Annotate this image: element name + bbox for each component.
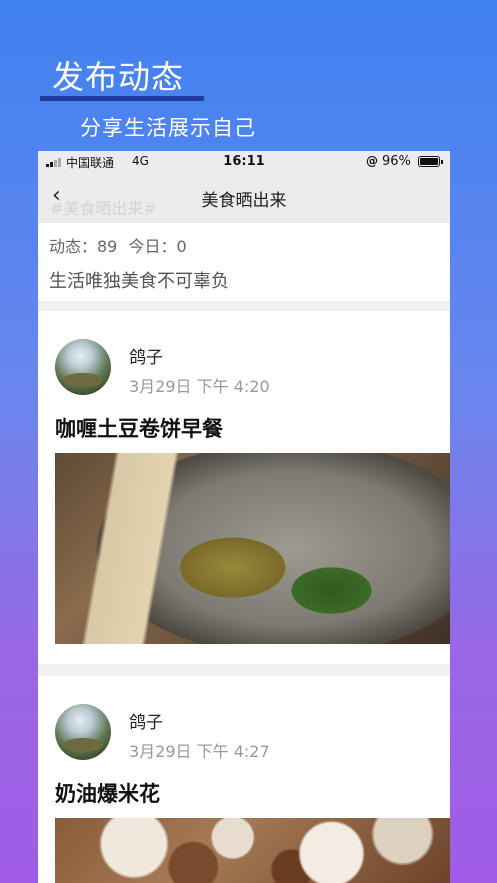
promo-underline — [40, 96, 204, 101]
post-image[interactable] — [55, 818, 450, 883]
post-time: 3月29日 下午 4:20 — [129, 377, 270, 396]
page-title: 美食晒出来 — [201, 191, 287, 211]
post-author[interactable]: 鸽子 — [129, 708, 163, 733]
avatar[interactable] — [55, 704, 111, 760]
topic-stats: 动态：89 今日：0 — [49, 233, 193, 257]
post-title[interactable]: 奶油爆米花 — [55, 778, 160, 808]
post-image[interactable] — [55, 453, 450, 644]
phone-screen: 中国联通 4G 16:11 @ 96% #美食晒出来# ‹ 美食晒出来 动态：8… — [38, 151, 450, 883]
post-title[interactable]: 咖喱土豆卷饼早餐 — [55, 413, 223, 443]
promo-subtitle: 分享生活展示自己 — [80, 116, 256, 140]
today-count: 今日：0 — [128, 237, 187, 256]
topic-info: 动态：89 今日：0 生活唯独美食不可辜负 — [38, 223, 450, 301]
post-author[interactable]: 鸽子 — [129, 343, 163, 368]
topic-description: 生活唯独美食不可辜负 — [49, 271, 229, 292]
promo-title: 发布动态 — [52, 58, 185, 96]
posts-count: 动态：89 — [49, 237, 118, 256]
post-card[interactable]: 鸽子 3月29日 下午 4:20 咖喱土豆卷饼早餐 — [38, 311, 450, 664]
post-card[interactable]: 鸽子 3月29日 下午 4:27 奶油爆米花 — [38, 676, 450, 883]
battery-icon — [418, 156, 443, 167]
status-bar: 中国联通 4G 16:11 @ 96% — [38, 151, 450, 173]
avatar[interactable] — [55, 339, 111, 395]
battery-percent: 96% — [382, 154, 411, 169]
rotation-lock-icon: @ — [366, 154, 378, 168]
post-time: 3月29日 下午 4:27 — [129, 742, 270, 761]
